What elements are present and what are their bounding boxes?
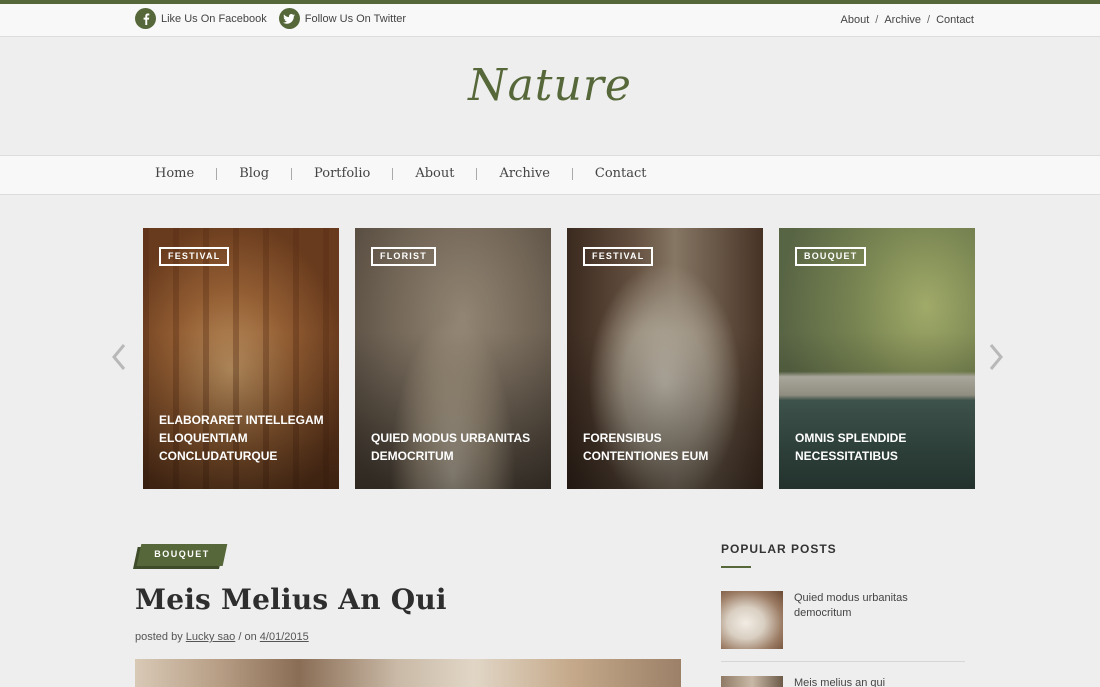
post-featured-image[interactable] (135, 659, 681, 687)
post-meta-prefix: posted by (135, 631, 183, 643)
social-links: Like Us On Facebook Follow Us On Twitter (135, 8, 418, 29)
slide-card[interactable]: FESTIVAL ELABORARET INTELLEGAM ELOQUENTI… (143, 228, 339, 489)
popular-post-title: Quied modus urbanitas democritum (794, 592, 908, 619)
top-bar: Like Us On Facebook Follow Us On Twitter… (0, 4, 1100, 37)
main-nav: Home Blog Portfolio About Archive Contac… (0, 155, 1100, 195)
post-meta: posted by Lucky sao / on 4/01/2015 (135, 631, 309, 643)
top-link-archive[interactable]: Archive (884, 14, 921, 26)
slide-card[interactable]: FLORIST QUIED MODUS URBANITAS DEMOCRITUM (355, 228, 551, 489)
slide-card[interactable]: FESTIVAL FORENSIBUS CONTENTIONES EUM (567, 228, 763, 489)
nav-separator (392, 167, 394, 180)
popular-posts-heading: POPULAR POSTS (721, 542, 837, 556)
twitter-label: Follow Us On Twitter (304, 12, 407, 25)
post-author-link[interactable]: Lucky sao (186, 631, 236, 643)
popular-post-title: Meis melius an qui (794, 677, 886, 687)
popular-post-thumbnail (721, 591, 783, 649)
nav-separator (571, 167, 573, 180)
twitter-icon (278, 8, 300, 29)
post-date-link[interactable]: 4/01/2015 (260, 631, 309, 643)
post-category-label[interactable]: BOUQUET (139, 549, 225, 559)
slide-title: FORENSIBUS CONTENTIONES EUM (583, 431, 709, 463)
post-meta-on: / on (238, 631, 257, 643)
popular-post-item[interactable]: Meis melius an qui (721, 676, 965, 687)
nav-contact[interactable]: Contact (595, 166, 647, 181)
nav-archive[interactable]: Archive (499, 166, 549, 181)
nav-separator (291, 167, 293, 180)
slide-title: OMNIS SPLENDIDE NECESSITATIBUS (795, 431, 907, 463)
facebook-icon (135, 8, 156, 29)
nav-separator (476, 167, 478, 180)
top-link-separator: / (875, 14, 879, 26)
top-link-separator: / (927, 14, 931, 26)
popular-post-thumbnail (721, 676, 783, 687)
nav-about[interactable]: About (415, 166, 454, 181)
nav-blog[interactable]: Blog (239, 166, 269, 181)
popular-post-item[interactable]: Quied modus urbanitas democritum (721, 591, 965, 651)
nav-separator (216, 167, 218, 180)
slider-prev-button[interactable] (111, 343, 127, 371)
facebook-label: Like Us On Facebook (161, 12, 267, 25)
top-links: About / Archive / Contact (841, 14, 974, 26)
slide-tag: FESTIVAL (159, 247, 230, 266)
divider (721, 661, 965, 662)
site-logo[interactable]: Nature (0, 60, 1100, 111)
heading-underline (721, 566, 751, 568)
chevron-right-icon (989, 344, 1003, 370)
facebook-link[interactable]: Like Us On Facebook (135, 8, 267, 29)
slide-tag: BOUQUET (795, 247, 867, 266)
header: Nature (0, 38, 1100, 155)
slide-tag: FLORIST (371, 247, 436, 266)
top-link-contact[interactable]: Contact (936, 14, 974, 26)
slide-title: QUIED MODUS URBANITAS DEMOCRITUM (371, 431, 531, 463)
twitter-link[interactable]: Follow Us On Twitter (278, 8, 407, 29)
slider-next-button[interactable] (988, 343, 1004, 371)
top-link-about[interactable]: About (841, 14, 870, 26)
nav-home[interactable]: Home (155, 166, 194, 181)
nav-portfolio[interactable]: Portfolio (314, 166, 370, 181)
post-title[interactable]: Meis Melius An Qui (135, 583, 447, 616)
chevron-left-icon (112, 344, 126, 370)
slide-title: ELABORARET INTELLEGAM ELOQUENTIAM CONCLU… (159, 413, 324, 463)
slide-card[interactable]: BOUQUET OMNIS SPLENDIDE NECESSITATIBUS (779, 228, 975, 489)
slide-tag: FESTIVAL (583, 247, 654, 266)
